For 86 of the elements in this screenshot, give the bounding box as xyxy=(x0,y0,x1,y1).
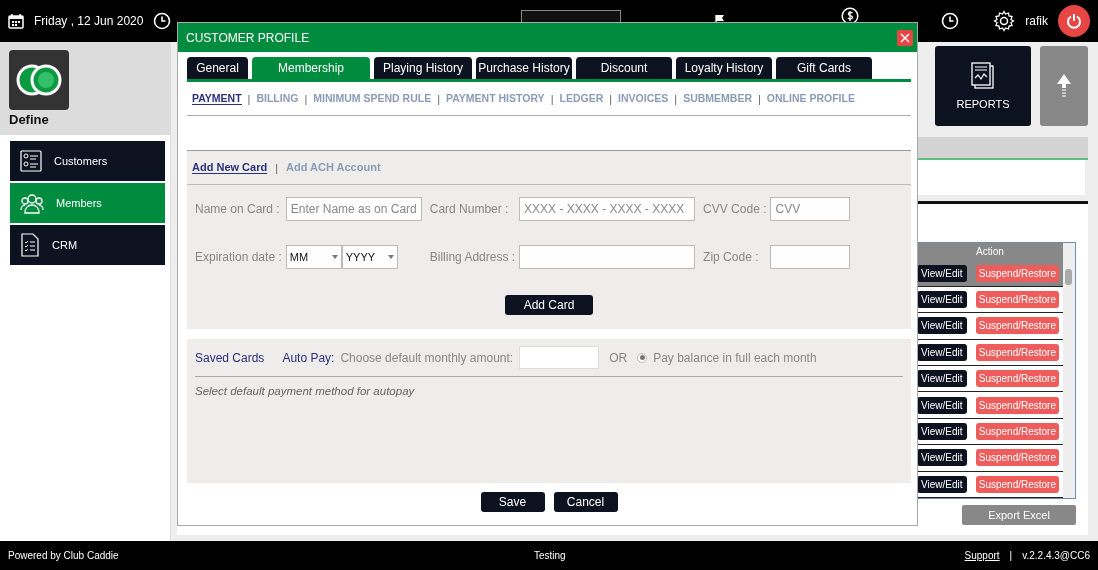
separator-text: | xyxy=(550,92,554,105)
tab[interactable]: Discount xyxy=(576,57,672,79)
field-label: CVV Code : xyxy=(702,202,767,216)
subtab-link[interactable]: PAYMENT xyxy=(192,92,242,105)
separator-text: | xyxy=(304,92,308,105)
year-select[interactable]: YYYY xyxy=(341,245,398,269)
card-tab-link[interactable]: Add New Card xyxy=(192,161,268,174)
field-label: Name on Card : xyxy=(195,202,281,216)
logo-tile[interactable] xyxy=(9,50,69,110)
contact-list-icon xyxy=(20,150,42,172)
section-title: Define xyxy=(9,112,50,127)
username-text: rafik xyxy=(1025,14,1048,28)
separator-text: | xyxy=(758,92,761,105)
cvv-input[interactable]: CVV xyxy=(770,197,851,221)
column-header: Action xyxy=(917,243,1063,261)
close-icon xyxy=(900,32,910,43)
scroll-up-button[interactable] xyxy=(1040,46,1088,126)
separator-text: | xyxy=(674,92,678,105)
view-edit-button[interactable]: View/Edit xyxy=(917,449,967,467)
billing-address-input[interactable] xyxy=(519,245,696,269)
sidebar-item[interactable]: Members xyxy=(10,183,165,223)
tab[interactable]: Loyalty History xyxy=(676,57,772,79)
zip-code-input[interactable] xyxy=(770,245,851,269)
view-edit-button[interactable]: View/Edit xyxy=(917,343,967,361)
month-select[interactable]: MM xyxy=(285,245,342,269)
tab[interactable]: Gift Cards xyxy=(776,57,872,79)
calendar-icon xyxy=(8,13,24,29)
view-edit-button[interactable]: View/Edit xyxy=(917,317,967,335)
field-label: Billing Address : xyxy=(428,250,516,264)
card-number-input[interactable]: XXXX - XXXX - XXXX - XXXX xyxy=(519,197,696,221)
powered-by-text: Powered by Club Caddie xyxy=(8,550,119,561)
export-button[interactable]: Export Excel xyxy=(962,505,1076,525)
settings-icon[interactable] xyxy=(993,10,1016,32)
power-button[interactable] xyxy=(1058,5,1090,37)
history-clock-icon xyxy=(941,12,960,30)
name-input[interactable]: Enter Name as on Card xyxy=(285,197,422,221)
view-edit-button[interactable]: View/Edit xyxy=(917,396,967,414)
tab[interactable]: Purchase History xyxy=(476,57,572,79)
field-label: Card Number : xyxy=(428,202,510,216)
tab[interactable]: Membership xyxy=(252,57,370,79)
hint-text: Select default payment method for autopay xyxy=(195,385,416,397)
caret-icon xyxy=(387,255,394,259)
radio-button[interactable] xyxy=(637,352,648,363)
support-link[interactable]: Support xyxy=(964,550,1000,561)
cancel-button[interactable]: Cancel xyxy=(553,492,618,512)
view-edit-button[interactable]: View/Edit xyxy=(917,264,967,282)
close-button[interactable] xyxy=(897,29,913,46)
date-text: Friday , 12 Jun 2020 xyxy=(34,14,144,28)
save-button[interactable]: Save xyxy=(480,492,545,512)
amount-input[interactable] xyxy=(519,346,600,369)
tab[interactable]: Playing History xyxy=(374,57,472,79)
reports-tile[interactable]: REPORTS xyxy=(935,46,1031,126)
radio-label: Pay balance in full each month xyxy=(653,350,817,365)
caret-icon xyxy=(331,255,338,259)
field-label: Zip Code : xyxy=(702,250,760,264)
checklist-document-icon xyxy=(20,233,40,257)
or-text: OR xyxy=(609,350,628,365)
separator-text: | xyxy=(247,92,251,105)
section-heading: Saved Cards xyxy=(195,350,265,365)
view-edit-button[interactable]: View/Edit xyxy=(917,423,967,440)
separator-text: | xyxy=(275,161,279,174)
power-icon xyxy=(1066,13,1082,29)
report-chart-icon xyxy=(971,62,995,90)
up-arrow-icon xyxy=(1057,74,1071,98)
table-row[interactable]: View/Edit Suspend/Restore xyxy=(917,260,1063,287)
field-label: Choose default monthly amount: xyxy=(340,350,514,365)
people-group-icon xyxy=(20,192,44,214)
sidebar-item[interactable]: CRM xyxy=(10,225,165,265)
view-edit-button[interactable]: View/Edit xyxy=(917,291,967,309)
field-label: Expiration date : xyxy=(195,250,282,264)
add-card-button[interactable]: Add Card xyxy=(505,295,593,315)
clock-icon xyxy=(153,12,172,30)
auto-pay-label: Auto Pay: xyxy=(282,350,335,365)
separator-text: | xyxy=(437,92,440,105)
dialog-title: CUSTOMER PROFILE xyxy=(186,30,310,45)
view-edit-button[interactable]: View/Edit xyxy=(917,370,967,388)
environment-text: Testing xyxy=(534,550,566,561)
scrollbar[interactable] xyxy=(1063,243,1075,498)
tab[interactable]: General xyxy=(187,57,248,79)
sidebar-item[interactable]: Customers xyxy=(10,141,165,181)
scroll-thumb[interactable] xyxy=(1065,269,1072,285)
version-text: v.2.2.4.3@CC6 xyxy=(1022,550,1090,561)
separator-text: | xyxy=(609,92,613,105)
separator-text: | xyxy=(1009,550,1013,561)
view-edit-button[interactable]: View/Edit xyxy=(917,475,967,493)
logo-icon xyxy=(15,62,63,98)
